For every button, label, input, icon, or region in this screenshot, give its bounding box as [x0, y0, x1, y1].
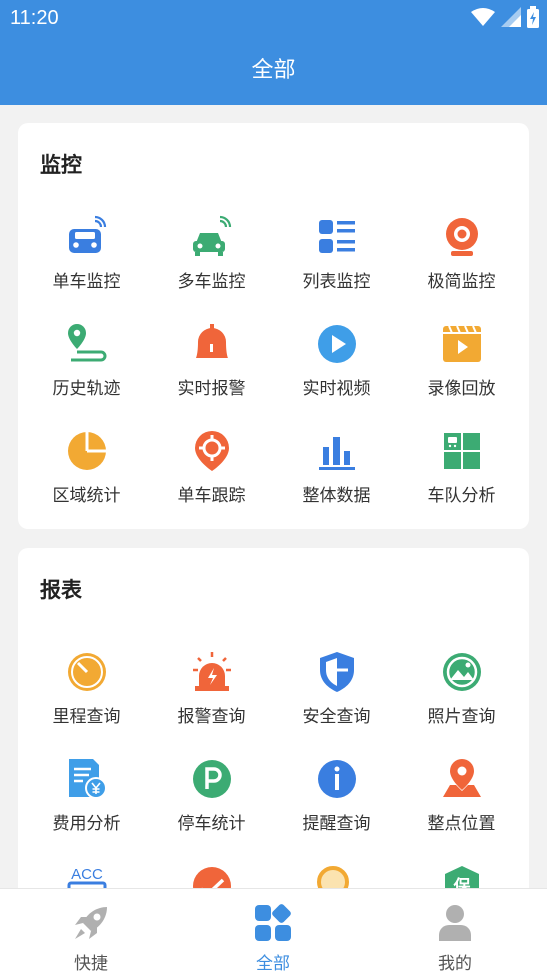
menu-item-simple-monitor[interactable]: 极简监控	[399, 203, 524, 303]
signal-icon	[501, 7, 521, 27]
tab-label: 快捷	[74, 954, 108, 974]
location-icon	[443, 759, 481, 797]
acc-icon: ACC	[67, 866, 107, 888]
video-icon	[443, 325, 481, 362]
rocket-icon	[75, 907, 107, 939]
menu-item-photo-query[interactable]: 照片查询	[399, 638, 524, 738]
play-icon	[318, 325, 356, 363]
menu-item-list-monitor[interactable]: 列表监控	[274, 203, 399, 303]
menu-item-hourly-location[interactable]: 整点位置	[399, 745, 524, 845]
menu-item-acc[interactable]: ACC	[24, 852, 149, 888]
acc-glyph: ACC	[71, 866, 103, 883]
list-icon	[319, 220, 355, 253]
fleet-grid-icon	[444, 433, 480, 469]
bell-icon	[196, 324, 228, 358]
menu-item-label: 车队分析	[427, 486, 496, 506]
menu-item-area-stats[interactable]: 区域统计	[24, 417, 149, 517]
multi-car-icon	[193, 215, 232, 256]
cost-doc-icon	[69, 759, 107, 799]
menu-item-label: 整体数据	[302, 486, 371, 506]
menu-item-alarm-query[interactable]: 报警查询	[149, 638, 274, 738]
all-apps-icon	[255, 904, 291, 941]
parking-icon	[193, 760, 231, 798]
tab-label: 我的	[438, 954, 472, 974]
menu-item-realtime-video[interactable]: 实时视频	[274, 310, 399, 410]
menu-item-label: 提醒查询	[302, 814, 371, 834]
user-icon	[439, 905, 471, 941]
section-monitor: 监控 单车监控 多车监控 列表监控 极简监控 历史轨迹 实时报警 实时视频 录像…	[18, 123, 529, 529]
speedometer-icon	[68, 653, 106, 691]
siren-icon	[193, 652, 231, 691]
menu-item-reminder-query[interactable]: 提醒查询	[274, 745, 399, 845]
tab-label: 全部	[256, 954, 290, 974]
info-icon	[318, 760, 356, 798]
menu-item-parking-stats[interactable]: 停车统计	[149, 745, 274, 845]
car-signal-icon	[69, 215, 107, 253]
track-icon	[68, 324, 107, 362]
menu-item-label: 录像回放	[427, 379, 496, 399]
status-bar: 11:20	[0, 0, 547, 38]
menu-item-realtime-alarm[interactable]: 实时报警	[149, 310, 274, 410]
scroll-content[interactable]: 监控 单车监控 多车监控 列表监控 极简监控 历史轨迹 实时报警 实时视频 录像…	[0, 105, 547, 888]
menu-item-single-car-track[interactable]: 单车跟踪	[149, 417, 274, 517]
trend-icon	[193, 867, 231, 888]
battery-icon	[527, 6, 539, 28]
photo-icon	[443, 653, 481, 691]
app-header: 全部	[0, 38, 547, 105]
insurance-icon: 保	[445, 866, 479, 888]
menu-item-fleet-analysis[interactable]: 车队分析	[399, 417, 524, 517]
camera-icon	[446, 218, 478, 256]
menu-item-label: 多车监控	[177, 272, 246, 292]
bar-chart-icon	[319, 437, 355, 470]
menu-item-single-car-monitor[interactable]: 单车监控	[24, 203, 149, 303]
menu-item-history-track[interactable]: 历史轨迹	[24, 310, 149, 410]
menu-item-search[interactable]	[274, 852, 399, 888]
menu-item-label: 照片查询	[427, 707, 496, 727]
search-icon	[317, 866, 349, 888]
bottom-tab-bar: 快捷 全部 我的	[0, 888, 547, 975]
page-title: 全部	[251, 58, 296, 83]
menu-item-label: 费用分析	[52, 814, 121, 834]
menu-item-video-playback[interactable]: 录像回放	[399, 310, 524, 410]
menu-item-label: 安全查询	[302, 707, 371, 727]
menu-item-label: 列表监控	[302, 272, 371, 292]
status-time: 11:20	[10, 7, 59, 29]
menu-item-label: 历史轨迹	[52, 379, 121, 399]
tab-all[interactable]: 全部	[182, 889, 364, 975]
menu-item-trend[interactable]	[149, 852, 274, 888]
menu-item-multi-car-monitor[interactable]: 多车监控	[149, 203, 274, 303]
menu-item-label: 极简监控	[427, 272, 496, 292]
target-pin-icon	[195, 431, 229, 471]
section-reports: 报表 里程查询 报警查询 安全查询 照片查询 费用分析 停车统计 提醒查询 整点…	[18, 548, 529, 888]
menu-item-label: 单车监控	[52, 272, 121, 292]
menu-item-label: 单车跟踪	[177, 486, 246, 506]
menu-item-safety-query[interactable]: 安全查询	[274, 638, 399, 738]
menu-item-label: 实时报警	[177, 379, 246, 399]
section-title: 监控	[40, 153, 82, 177]
menu-item-label: 区域统计	[52, 486, 121, 506]
menu-item-overall-data[interactable]: 整体数据	[274, 417, 399, 517]
menu-item-label: 整点位置	[427, 814, 496, 834]
shield-icon	[320, 652, 354, 692]
menu-item-label: 停车统计	[177, 814, 246, 834]
menu-item-label: 里程查询	[52, 707, 121, 727]
section-title: 报表	[40, 578, 82, 602]
wifi-icon	[471, 8, 495, 26]
menu-item-label: 实时视频	[302, 379, 371, 399]
menu-item-label: 报警查询	[177, 707, 246, 727]
menu-item-cost-analysis[interactable]: 费用分析	[24, 745, 149, 845]
insurance-glyph: 保	[453, 876, 472, 888]
menu-item-insurance[interactable]: 保	[399, 852, 524, 888]
pie-icon	[68, 432, 106, 470]
tab-mine[interactable]: 我的	[364, 889, 546, 975]
system-icons	[471, 6, 539, 28]
menu-item-mileage-query[interactable]: 里程查询	[24, 638, 149, 738]
tab-shortcuts[interactable]: 快捷	[0, 889, 182, 975]
